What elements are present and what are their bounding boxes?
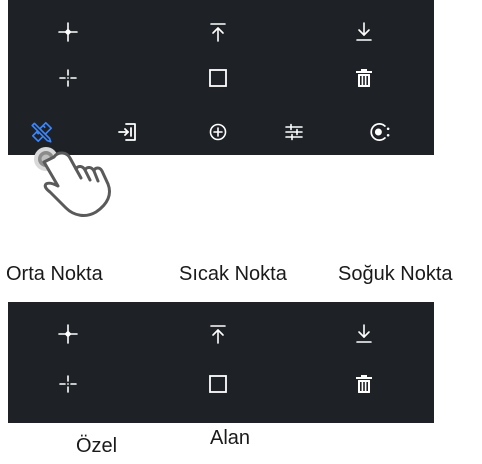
bottom-snap-icon <box>356 324 372 343</box>
label-alan: Alan <box>210 427 251 449</box>
midpoint-snap-icon <box>58 324 78 344</box>
delete-button[interactable] <box>344 58 384 98</box>
label-orta-nokta: Orta Nokta <box>6 263 103 285</box>
top-snap-icon <box>210 23 226 42</box>
midpoint-snap-icon <box>58 22 78 42</box>
bottom-snap-button[interactable] <box>344 314 384 354</box>
delete-icon <box>356 69 372 87</box>
sliders-icon <box>285 123 303 141</box>
top-snap-button[interactable] <box>198 12 238 52</box>
delete-button[interactable] <box>344 364 384 404</box>
crosshair-target-button[interactable] <box>198 112 238 152</box>
sliders-button[interactable] <box>274 112 314 152</box>
label-ozel: Özel <box>76 435 118 457</box>
area-snap-icon <box>209 375 227 393</box>
top-snap-icon <box>210 325 226 344</box>
tap-hand-icon <box>34 147 111 217</box>
crosshair-target-icon <box>209 123 227 141</box>
bottom-snap-button[interactable] <box>344 12 384 52</box>
label-sicak-nokta: Sıcak Nokta <box>179 263 287 285</box>
area-snap-icon <box>209 69 227 87</box>
label-soguk-nokta: Soğuk Nokta <box>338 263 453 285</box>
delete-icon <box>356 375 372 393</box>
area-snap-button[interactable] <box>198 58 238 98</box>
top-snap-button[interactable] <box>198 314 238 354</box>
midpoint-snap-button[interactable] <box>48 12 88 52</box>
area-snap-button[interactable] <box>198 364 238 404</box>
bottom-toolbar-panel <box>8 302 434 423</box>
top-toolbar-panel <box>8 0 434 155</box>
custom-snap-button[interactable] <box>48 364 88 404</box>
custom-snap-button[interactable] <box>48 58 88 98</box>
settings-button[interactable] <box>360 112 400 152</box>
midpoint-snap-button[interactable] <box>48 314 88 354</box>
bottom-snap-icon <box>356 22 372 41</box>
custom-snap-icon <box>59 69 77 87</box>
custom-snap-icon <box>59 375 77 393</box>
settings-icon <box>370 123 390 141</box>
